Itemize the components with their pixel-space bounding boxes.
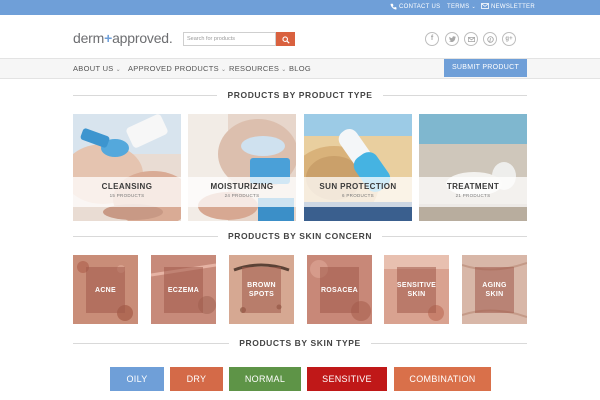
site-logo[interactable]: derm+approved. (73, 30, 173, 46)
nav-item-label: BLOG (289, 64, 312, 73)
tile-overlay: SENSITIVE SKIN (397, 267, 436, 313)
card-title: CLEANSING (101, 182, 153, 191)
tile-overlay: ACNE (86, 267, 125, 313)
section-title: PRODUCTS BY PRODUCT TYPE (217, 90, 383, 100)
tile-overlay: AGING SKIN (475, 267, 514, 313)
tile-overlay: ECZEMA (164, 267, 203, 313)
twitter-icon[interactable] (445, 32, 459, 46)
nav-item-label: RESOURCES (229, 64, 280, 73)
nav-item-label: ABOUT US (73, 64, 114, 73)
skin-concern-tile-eczema[interactable]: ECZEMA (151, 255, 216, 324)
logo-plus: + (104, 30, 113, 46)
tile-overlay: ROSACEA (320, 267, 359, 313)
chevron-down-icon: ⌄ (471, 4, 476, 10)
email-icon[interactable] (464, 32, 478, 46)
tile-label: SENSITIVE SKIN (396, 282, 437, 298)
product-type-card-cleansing[interactable]: CLEANSING 15 PRODUCTS (73, 114, 181, 221)
card-count: 21 PRODUCTS (455, 193, 491, 198)
phone-icon (390, 3, 397, 10)
product-type-card-moisturizing[interactable]: MOISTURIZING 24 PRODUCTS (188, 114, 296, 221)
pinterest-icon[interactable] (483, 32, 497, 46)
card-count: 15 PRODUCTS (109, 193, 145, 198)
card-count: 24 PRODUCTS (224, 193, 260, 198)
section-title: PRODUCTS BY SKIN TYPE (229, 338, 371, 348)
section-heading-product-type: PRODUCTS BY PRODUCT TYPE (73, 89, 527, 101)
product-type-card-sun-protection[interactable]: SUN PROTECTION 6 PRODUCTS (304, 114, 412, 221)
search-icon (281, 36, 290, 44)
card-title: SUN PROTECTION (319, 182, 397, 191)
skin-type-button-sensitive[interactable]: SENSITIVE (307, 367, 387, 391)
skin-type-button-combination[interactable]: COMBINATION (394, 367, 491, 391)
card-label-band: TREATMENT 21 PRODUCTS (419, 177, 527, 207)
section-title: PRODUCTS BY SKIN CONCERN (217, 231, 383, 241)
skin-concern-tile-brown-spots[interactable]: BROWN SPOTS (229, 255, 294, 324)
tile-label: ECZEMA (167, 286, 200, 294)
newsletter-label: NEWSLETTER (490, 4, 535, 10)
card-title: TREATMENT (446, 182, 500, 191)
tile-label: ROSACEA (320, 286, 359, 294)
card-label-band: MOISTURIZING 24 PRODUCTS (188, 177, 296, 207)
nav-item-label: APPROVED PRODUCTS (128, 64, 219, 73)
card-label-band: SUN PROTECTION 6 PRODUCTS (304, 177, 412, 207)
skin-concern-tile-aging-skin[interactable]: AGING SKIN (462, 255, 527, 324)
card-count: 6 PRODUCTS (341, 193, 374, 198)
skin-concern-tile-sensitive-skin[interactable]: SENSITIVE SKIN (384, 255, 449, 324)
submit-product-button[interactable]: SUBMIT PRODUCT (444, 59, 527, 77)
nav-item-approved-products[interactable]: APPROVED PRODUCTS ⌄ (128, 59, 226, 78)
nav-item-blog[interactable]: BLOG (289, 59, 311, 78)
terms-menu[interactable]: TERMS ⌄ (447, 0, 476, 15)
skin-type-button-oily[interactable]: OILY (110, 367, 164, 391)
chevron-down-icon: ⌄ (281, 67, 287, 73)
contact-us-label: CONTACT US (398, 4, 441, 10)
search-button[interactable] (276, 32, 295, 46)
skin-concern-tile-acne[interactable]: ACNE (73, 255, 138, 324)
tile-label: BROWN SPOTS (247, 282, 276, 298)
skin-concern-tile-rosacea[interactable]: ROSACEA (307, 255, 372, 324)
card-label-band: CLEANSING 15 PRODUCTS (73, 177, 181, 207)
terms-label: TERMS (447, 4, 470, 10)
logo-text-approved: approved. (112, 30, 173, 46)
contact-us-link[interactable]: CONTACT US (390, 0, 440, 15)
chevron-down-icon: ⌄ (220, 67, 227, 73)
google-plus-icon[interactable]: g+ (502, 32, 516, 46)
card-title: MOISTURIZING (210, 182, 274, 191)
skin-type-button-normal[interactable]: NORMAL (229, 367, 301, 391)
tile-label: AGING SKIN (482, 282, 507, 298)
tile-overlay: BROWN SPOTS (242, 267, 281, 313)
search-input[interactable] (183, 32, 276, 46)
section-heading-skin-type: PRODUCTS BY SKIN TYPE (73, 337, 527, 349)
chevron-down-icon: ⌄ (115, 67, 121, 73)
tile-label: ACNE (94, 286, 117, 294)
nav-item-resources[interactable]: RESOURCES ⌄ (229, 59, 287, 78)
top-utility-bar: CONTACT US TERMS ⌄ NEWSLETTER (0, 0, 600, 15)
newsletter-link[interactable]: NEWSLETTER (481, 0, 535, 15)
nav-item-about-us[interactable]: ABOUT US ⌄ (73, 59, 121, 78)
logo-text-derm: derm (73, 30, 105, 46)
skin-type-button-dry[interactable]: DRY (170, 367, 223, 391)
envelope-icon (481, 3, 489, 10)
facebook-icon[interactable]: f (425, 32, 439, 46)
product-type-card-treatment[interactable]: TREATMENT 21 PRODUCTS (419, 114, 527, 221)
section-heading-skin-concern: PRODUCTS BY SKIN CONCERN (73, 230, 527, 242)
